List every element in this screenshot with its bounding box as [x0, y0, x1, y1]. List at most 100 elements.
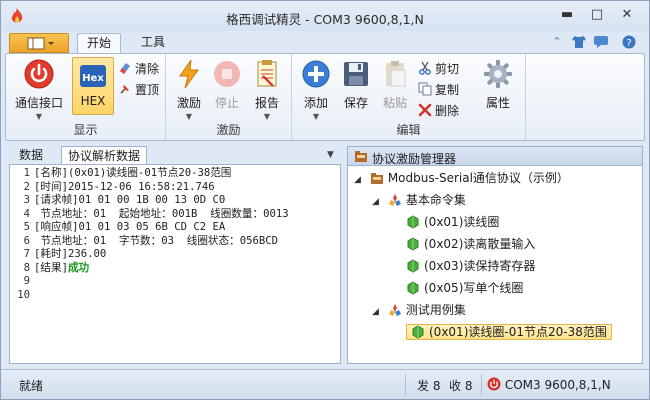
stimulus-button[interactable]: 激励 ▼: [170, 58, 208, 121]
command-set-icon: [388, 194, 401, 206]
line-number: 10: [17, 288, 30, 301]
svg-text:?: ?: [626, 38, 631, 49]
result-success-text: 成功: [67, 261, 90, 274]
plus-icon: [302, 60, 330, 88]
maximize-button[interactable]: □: [585, 5, 609, 25]
line-number: 3: [23, 194, 30, 206]
tree-group-test[interactable]: ◢ 测试用例集: [372, 300, 466, 320]
shirt-icon[interactable]: [571, 35, 587, 49]
svg-text:Hex: Hex: [82, 73, 104, 84]
expanded-icon: ◢: [354, 175, 361, 185]
hex-icon: Hex: [80, 65, 106, 87]
chevron-down-icon: ▼: [185, 112, 193, 121]
delete-x-icon: [418, 103, 432, 117]
stimulus-manager-header: 协议激励管理器: [347, 146, 643, 166]
pane-dropdown-icon[interactable]: ▼: [327, 150, 334, 160]
paste-button[interactable]: 粘贴: [376, 58, 414, 111]
properties-button[interactable]: 属性: [478, 58, 518, 111]
scissors-icon: [419, 61, 431, 75]
editor-line: 4 节点地址：01 起始地址：001B 线圈数量：0013: [10, 208, 340, 222]
power-icon: [24, 59, 54, 89]
line-number: 5: [23, 221, 30, 233]
chat-icon[interactable]: [593, 35, 609, 49]
gem-icon: [407, 281, 419, 295]
group-label-display: 显示: [73, 123, 98, 137]
tree-command-item[interactable]: (0x02)读离散量输入: [406, 234, 535, 254]
group-label-edit: 编辑: [396, 123, 421, 137]
status-ready: 就绪: [19, 379, 44, 393]
tree-command-item[interactable]: (0x01)读线圈: [406, 212, 499, 232]
tab-tools[interactable]: 工具: [131, 33, 175, 53]
folder-icon: [370, 173, 383, 184]
pin-top-button[interactable]: 置顶: [118, 81, 159, 99]
com-port-button[interactable]: 通信接口 ▼: [10, 58, 68, 121]
minimize-button[interactable]: ▬: [555, 5, 579, 25]
tab-data[interactable]: 数据: [13, 146, 49, 165]
line-text: [名称](0x01)读线圈-01节点20-38范围: [34, 167, 232, 179]
tab-protocol-parse-data[interactable]: 协议解析数据: [61, 146, 148, 165]
editor-line: 8 [结果]成功: [10, 262, 340, 276]
editor-line: 2 [时间]2015-12-06 16:58:21.746: [10, 181, 340, 195]
group-label-stimulus: 激励: [216, 123, 241, 137]
status-received-count: 收 8: [449, 379, 473, 393]
hex-toggle-button[interactable]: Hex HEX: [72, 57, 114, 115]
command-set-icon: [388, 304, 401, 316]
editor-line: 10: [10, 289, 340, 303]
report-button[interactable]: 报告 ▼: [248, 58, 286, 121]
add-button[interactable]: 添加 ▼: [296, 58, 336, 121]
gem-icon: [407, 259, 419, 273]
status-port[interactable]: COM3 9600,8,1,N: [487, 377, 611, 392]
chevron-down-icon: ▼: [35, 112, 43, 121]
clear-button[interactable]: 清除: [118, 60, 159, 78]
pin-icon: [120, 85, 129, 94]
tree-command-item[interactable]: (0x03)读保持寄存器: [406, 256, 535, 276]
ribbon: 通信接口 ▼ Hex HEX 清除 置顶 显示 激励 ▼ 停止 报告 ▼ 激励 …: [5, 53, 645, 141]
cut-button[interactable]: 剪切: [418, 60, 459, 78]
app-window: 格西调试精灵 - COM3 9600,8,1,N ▬ □ ✕ 开始 工具 ⌃ ?: [0, 0, 650, 400]
line-text: [请求帧]01 01 00 1B 00 13 0D C0: [34, 194, 226, 206]
line-text: 节点地址：01 字节数：03 线圈状态：056BCD: [34, 234, 278, 247]
copy-button[interactable]: 复制: [418, 81, 459, 99]
collapse-ribbon-icon[interactable]: ⌃: [549, 35, 565, 49]
report-icon: [257, 60, 277, 87]
gem-icon: [407, 215, 419, 229]
help-icon[interactable]: ?: [621, 35, 637, 49]
line-text: 节点地址：01 起始地址：001B 线圈数量：0013: [34, 207, 289, 220]
chevron-down-icon: ▼: [263, 112, 271, 121]
editor-line: 7 [耗时]236.00: [10, 248, 340, 262]
stop-icon: [214, 61, 240, 87]
clipboard-icon: [386, 61, 406, 87]
title-bar: 格西调试精灵 - COM3 9600,8,1,N ▬ □ ✕: [1, 1, 649, 31]
tree-root[interactable]: ◢ Modbus-Serial通信协议（示例）: [354, 168, 569, 188]
group-stimulus: 激励 ▼ 停止 报告 ▼ 激励: [166, 54, 292, 140]
power-icon: [487, 377, 501, 391]
line-number: 6: [23, 234, 30, 247]
folder-icon: [355, 151, 367, 162]
layout-icon: [27, 37, 54, 50]
ribbon-tab-row: 开始 工具 ⌃ ?: [1, 31, 649, 53]
tree-command-item[interactable]: (0x05)写单个线圈: [406, 278, 523, 298]
save-button[interactable]: 保存: [336, 58, 376, 111]
line-number: 8: [23, 261, 30, 274]
stop-button[interactable]: 停止: [210, 58, 244, 111]
expanded-icon: ◢: [372, 197, 379, 207]
line-text: [响应帧]01 01 03 05 6B CD C2 EA: [34, 221, 226, 233]
file-menu-button[interactable]: [9, 33, 69, 53]
eraser-icon: [120, 63, 130, 74]
stimulus-tree[interactable]: ◢ Modbus-Serial通信协议（示例） ◢ 基本命令集 (0x01)读线…: [347, 165, 643, 364]
delete-button[interactable]: 删除: [418, 102, 459, 120]
gem-icon: [412, 325, 424, 339]
expanded-icon: ◢: [372, 307, 379, 317]
close-button[interactable]: ✕: [615, 5, 639, 25]
tab-start[interactable]: 开始: [77, 33, 121, 53]
group-edit: 添加 ▼ 保存 粘贴 剪切 复制 删除 属性 编辑: [292, 54, 526, 140]
line-text: [耗时]236.00: [34, 248, 107, 260]
tree-group-basic[interactable]: ◢ 基本命令集: [372, 190, 466, 210]
tree-command-item[interactable]: (0x01)读线圈-01节点20-38范围: [406, 322, 612, 342]
protocol-parse-view[interactable]: 1 [名称](0x01)读线圈-01节点20-38范围 2 [时间]2015-12-0…: [9, 164, 341, 364]
status-bar: 就绪 发 8 收 8 COM3 9600,8,1,N: [1, 369, 649, 399]
line-number: 2: [23, 180, 30, 193]
lightning-icon: [179, 59, 199, 89]
gem-icon: [407, 237, 419, 251]
chevron-down-icon: ▼: [312, 112, 320, 121]
